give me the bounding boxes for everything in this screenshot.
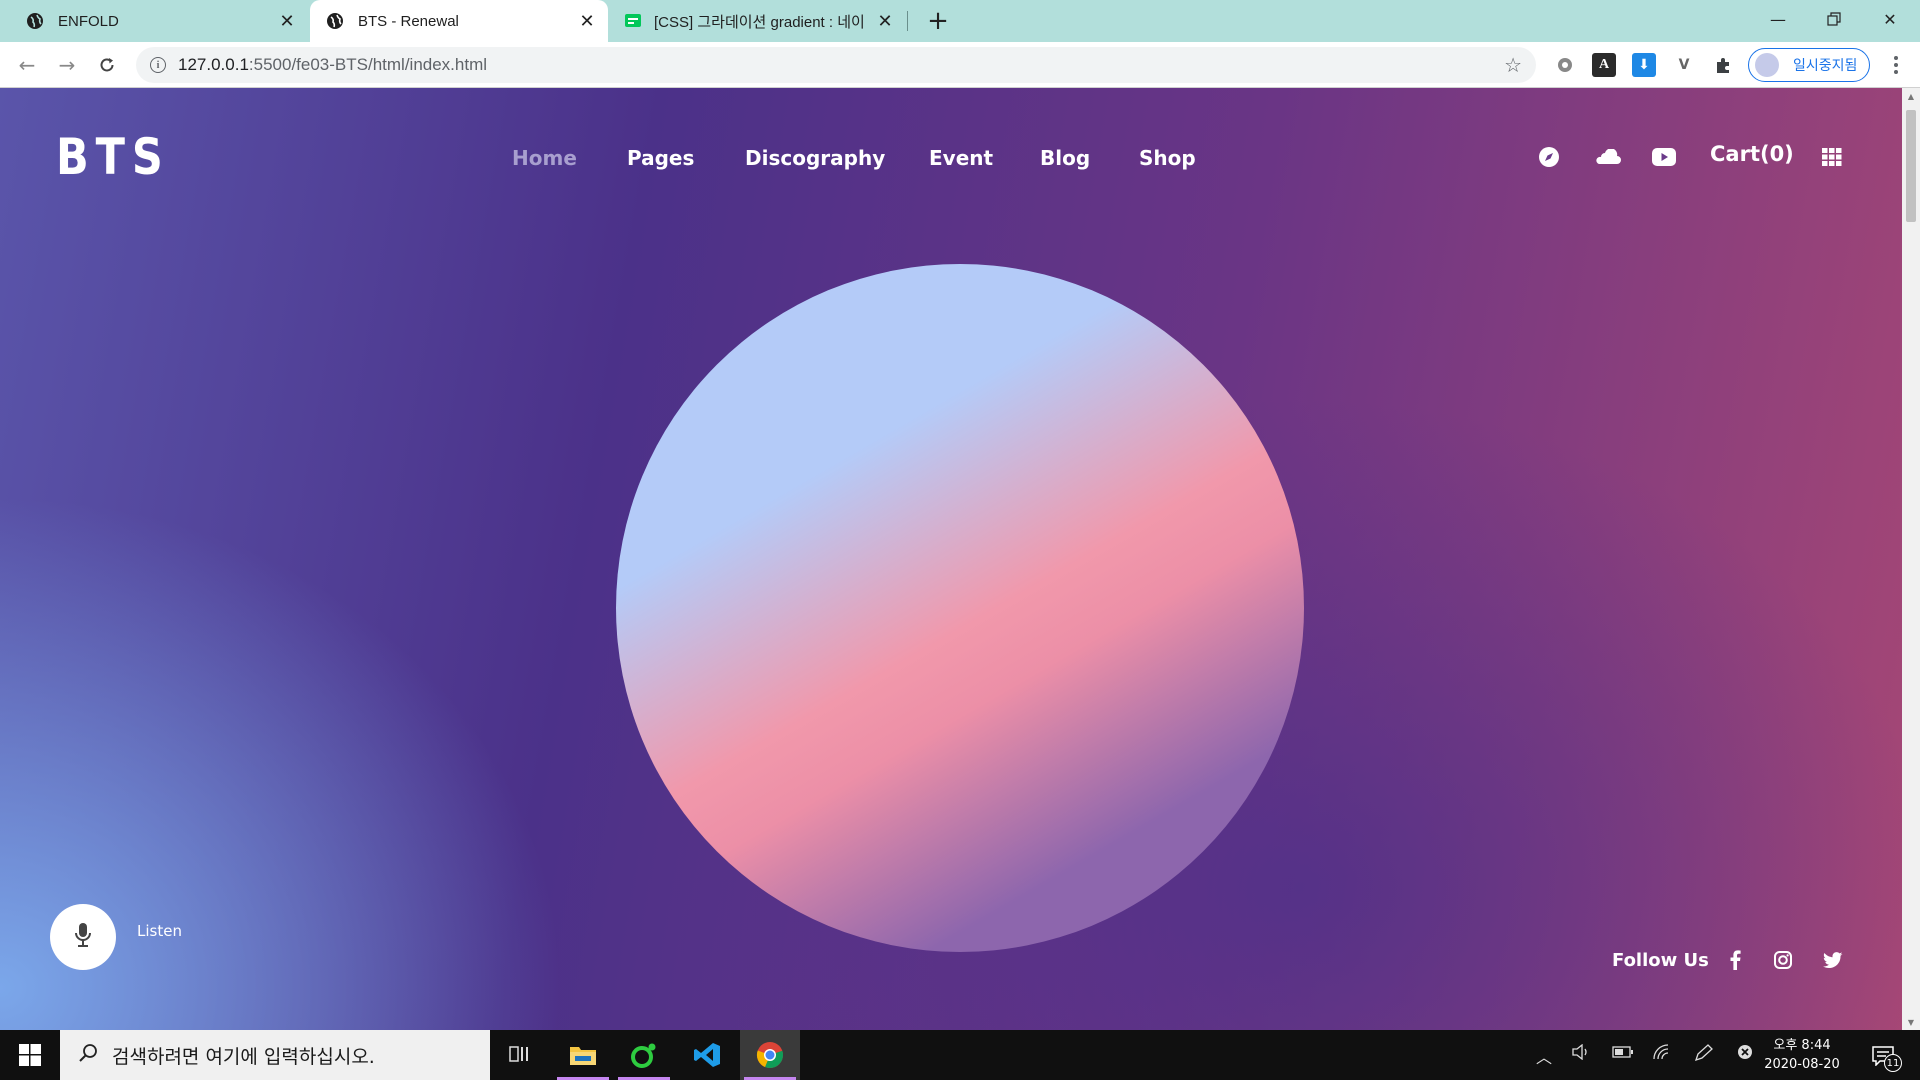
nav-pages[interactable]: Pages bbox=[627, 146, 694, 170]
tab-strip: ENFOLD ✕ BTS - Renewal ✕ [CSS] 그라데이션 gra… bbox=[0, 0, 1920, 42]
restore-button[interactable] bbox=[1806, 0, 1862, 38]
nav-event[interactable]: Event bbox=[929, 146, 993, 170]
address-bar[interactable]: i 127.0.0.1:5500/fe03-BTS/html/index.htm… bbox=[136, 47, 1536, 83]
network-error-icon[interactable] bbox=[1737, 1044, 1753, 1064]
back-button[interactable]: ← bbox=[12, 50, 42, 80]
microphone-icon bbox=[73, 922, 93, 952]
speaker-icon[interactable] bbox=[1572, 1043, 1590, 1064]
page-viewport: BTS Home Pages Discography Event Blog Sh… bbox=[0, 88, 1902, 1030]
browser-menu-icon[interactable] bbox=[1884, 52, 1908, 78]
address-url: 127.0.0.1:5500/fe03-BTS/html/index.html bbox=[178, 55, 488, 74]
scroll-down-arrow[interactable]: ▼ bbox=[1906, 1018, 1916, 1028]
tab-css-gradient[interactable]: [CSS] 그라데이션 gradient : 네이 ✕ bbox=[610, 0, 906, 42]
battery-icon[interactable] bbox=[1612, 1044, 1634, 1063]
settings-gear-extension-icon[interactable] bbox=[1553, 53, 1577, 77]
nav-home[interactable]: Home bbox=[512, 146, 577, 170]
start-button[interactable] bbox=[0, 1030, 60, 1080]
download-extension-icon[interactable]: ⬇ bbox=[1632, 53, 1656, 77]
font-extension-icon[interactable]: A bbox=[1592, 53, 1616, 77]
profile-label: 일시중지됨 bbox=[1793, 58, 1858, 74]
windows-taskbar: 검색하려면 여기에 입력하십시오. ︿ 오후 8:44 2020-08-20 1… bbox=[0, 1030, 1920, 1080]
profile-button[interactable]: 일시중지됨 bbox=[1748, 48, 1870, 82]
window-close-button[interactable]: ✕ bbox=[1862, 0, 1918, 38]
reload-button[interactable] bbox=[92, 50, 122, 80]
twitter-icon[interactable] bbox=[1821, 948, 1845, 972]
minimize-button[interactable]: — bbox=[1750, 0, 1806, 38]
tab-title: [CSS] 그라데이션 gradient : 네이 bbox=[654, 13, 865, 31]
search-placeholder: 검색하려면 여기에 입력하십시오. bbox=[112, 1045, 375, 1068]
nav-blog[interactable]: Blog bbox=[1040, 146, 1090, 170]
page-scrollbar[interactable]: ▲ ▼ bbox=[1902, 88, 1920, 1030]
new-tab-button[interactable]: + bbox=[922, 5, 954, 37]
tab-enfold[interactable]: ENFOLD ✕ bbox=[0, 0, 308, 42]
clock-date: 2020-08-20 bbox=[1764, 1057, 1840, 1072]
listen-label: Listen bbox=[137, 922, 182, 940]
listen-button[interactable] bbox=[50, 904, 116, 970]
file-explorer-icon[interactable] bbox=[553, 1030, 613, 1080]
browser-toolbar: ← → i 127.0.0.1:5500/fe03-BTS/html/index… bbox=[0, 42, 1920, 88]
pen-icon[interactable] bbox=[1694, 1044, 1714, 1066]
chrome-icon[interactable] bbox=[740, 1030, 800, 1080]
action-center-icon[interactable]: 11 bbox=[1868, 1042, 1902, 1072]
taskbar-search[interactable]: 검색하려면 여기에 입력하십시오. bbox=[60, 1030, 490, 1080]
nav-discography[interactable]: Discography bbox=[745, 146, 885, 170]
forward-button[interactable]: → bbox=[52, 50, 82, 80]
clock-time: 오후 8:44 bbox=[1773, 1038, 1831, 1053]
site-info-icon[interactable]: i bbox=[150, 57, 166, 73]
wifi-icon[interactable] bbox=[1652, 1044, 1672, 1064]
vscode-icon[interactable] bbox=[677, 1030, 737, 1080]
globe-icon bbox=[326, 12, 344, 30]
show-hidden-icons[interactable]: ︿ bbox=[1536, 1044, 1552, 1068]
notification-badge: 11 bbox=[1884, 1054, 1902, 1072]
facebook-icon[interactable] bbox=[1723, 948, 1747, 972]
follow-us-label: Follow Us bbox=[1612, 950, 1709, 971]
instagram-icon[interactable] bbox=[1771, 948, 1795, 972]
avatar bbox=[1755, 53, 1779, 77]
close-icon[interactable]: ✕ bbox=[272, 6, 302, 36]
tab-bts-renewal[interactable]: BTS - Renewal ✕ bbox=[310, 0, 608, 42]
tab-title: BTS - Renewal bbox=[358, 12, 459, 30]
puzzle-extensions-icon[interactable] bbox=[1712, 53, 1736, 77]
line-app-icon[interactable] bbox=[614, 1030, 674, 1080]
close-icon[interactable]: ✕ bbox=[572, 6, 602, 36]
bookmark-star-icon[interactable]: ☆ bbox=[1504, 53, 1522, 77]
system-clock[interactable]: 오후 8:44 2020-08-20 bbox=[1760, 1036, 1844, 1074]
tab-title: ENFOLD bbox=[58, 12, 119, 30]
search-icon bbox=[78, 1043, 98, 1067]
soundcloud-icon[interactable] bbox=[1592, 144, 1622, 170]
globe-icon bbox=[26, 12, 44, 30]
scroll-up-arrow[interactable]: ▲ bbox=[1906, 92, 1916, 102]
gradient-orb bbox=[616, 264, 1304, 952]
grid-menu-icon[interactable] bbox=[1819, 144, 1845, 170]
nav-shop[interactable]: Shop bbox=[1139, 146, 1196, 170]
site-logo[interactable]: BTS bbox=[56, 128, 170, 186]
scrollbar-thumb[interactable] bbox=[1906, 110, 1916, 222]
cart-link[interactable]: Cart(0) bbox=[1710, 142, 1794, 166]
naver-blog-icon bbox=[624, 12, 642, 30]
tab-separator bbox=[907, 11, 908, 31]
youtube-icon[interactable] bbox=[1651, 144, 1677, 170]
v-extension-icon[interactable]: V bbox=[1672, 53, 1696, 77]
close-icon[interactable]: ✕ bbox=[870, 6, 900, 36]
compass-icon[interactable] bbox=[1536, 144, 1562, 170]
task-view-icon[interactable] bbox=[490, 1030, 550, 1080]
